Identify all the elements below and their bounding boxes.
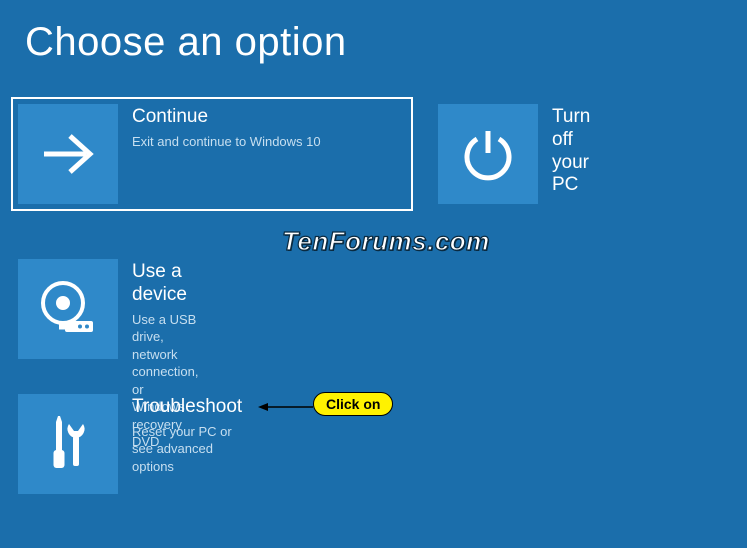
turn-off-title: Turn off your PC bbox=[552, 106, 590, 197]
troubleshoot-desc: Reset your PC or see advanced options bbox=[132, 423, 242, 476]
arrow-right-icon bbox=[18, 104, 118, 204]
use-device-title: Use a device bbox=[132, 261, 198, 307]
disc-usb-icon bbox=[18, 259, 118, 359]
continue-desc: Exit and continue to Windows 10 bbox=[132, 133, 321, 151]
turn-off-tile[interactable]: Turn off your PC bbox=[438, 104, 590, 204]
callout-label: Click on bbox=[313, 392, 393, 416]
watermark-text: TenForums.com bbox=[282, 226, 490, 257]
troubleshoot-tile[interactable]: Troubleshoot Reset your PC or see advanc… bbox=[18, 394, 242, 494]
continue-tile[interactable]: Continue Exit and continue to Windows 10 bbox=[13, 99, 411, 209]
page-title: Choose an option bbox=[0, 0, 747, 65]
continue-title: Continue bbox=[132, 106, 321, 129]
tools-icon bbox=[18, 394, 118, 494]
troubleshoot-title: Troubleshoot bbox=[132, 396, 242, 419]
callout-arrow-icon bbox=[258, 402, 313, 412]
power-icon bbox=[438, 104, 538, 204]
